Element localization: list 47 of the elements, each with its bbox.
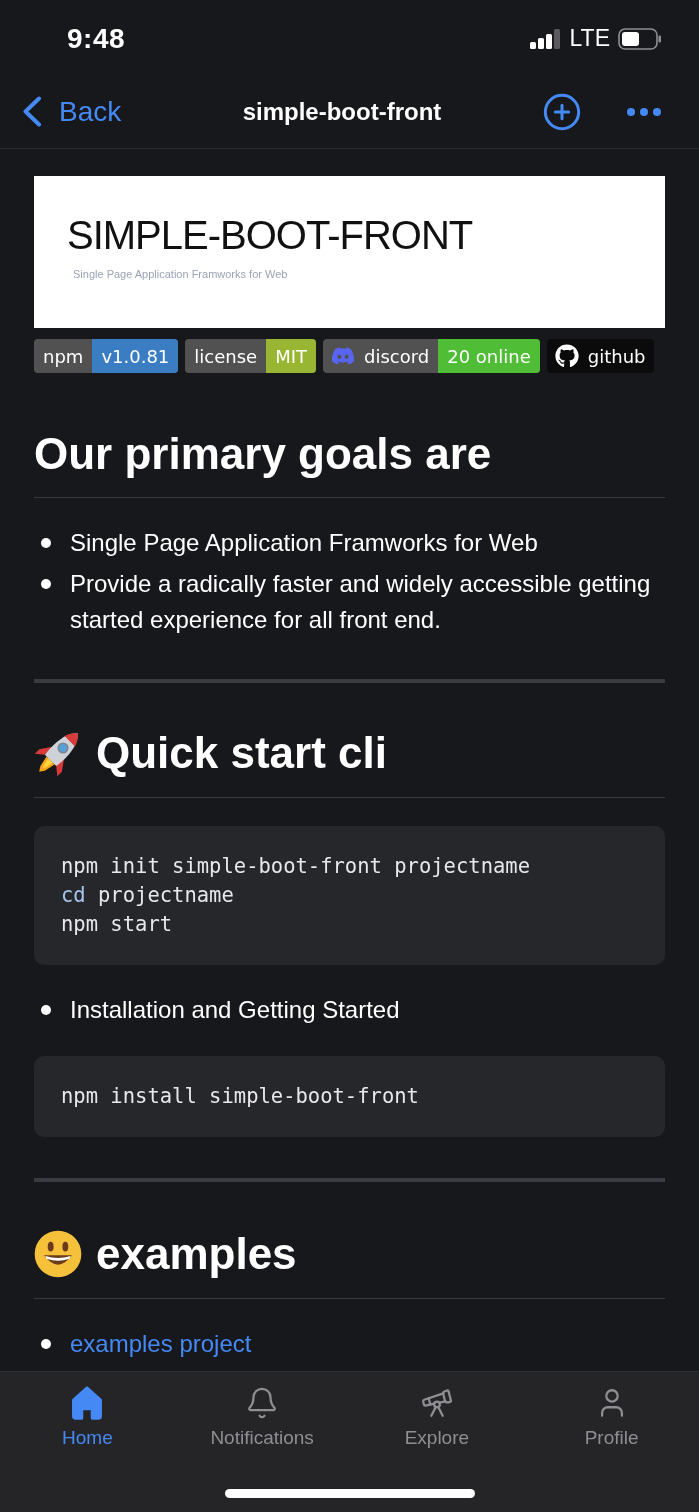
telescope-icon [419, 1386, 454, 1420]
network-label: LTE [569, 25, 610, 52]
code-line: cd projectname [61, 882, 235, 909]
more-button[interactable] [626, 106, 662, 117]
badge-link[interactable]: github [546, 339, 655, 373]
badge-value: 20 online [438, 339, 540, 373]
bullet-icon [41, 1339, 51, 1349]
section-heading: examples [96, 1228, 297, 1280]
github-icon [554, 344, 579, 368]
code-line: npm init simple-boot-front projectname [61, 853, 531, 880]
add-button[interactable] [542, 91, 582, 132]
status-time: 9:48 [67, 22, 126, 55]
back-button[interactable]: Back [22, 95, 122, 128]
tab-item[interactable]: Profile [584, 1386, 639, 1449]
chevron-left-icon [22, 96, 42, 127]
examples-link[interactable]: examples project [70, 1326, 252, 1362]
battery-icon [618, 27, 662, 50]
code-line: npm start [61, 911, 174, 938]
tab-item[interactable]: Notifications [210, 1386, 314, 1449]
signal-icon [529, 28, 562, 49]
badge-link[interactable]: discord 20 online [322, 339, 540, 373]
smiley-icon [34, 1229, 82, 1278]
badge-link[interactable]: npm v1.0.81 [34, 339, 179, 373]
plus-circle-icon [542, 91, 582, 132]
bullet-icon [41, 579, 51, 589]
badge-label: discord [362, 344, 431, 369]
section-heading: Quick start cli [96, 727, 387, 779]
badge-link[interactable]: license MIT [185, 339, 316, 373]
badge-value: MIT [266, 339, 316, 373]
bullet-icon [41, 538, 51, 548]
list-item-text: Installation and Getting Started [70, 995, 400, 1025]
home-icon [70, 1386, 105, 1420]
list-item-text: Provide a radically faster and widely accessible getting started experience for all front end. [70, 569, 652, 635]
badge-label: license [193, 344, 259, 369]
section-heading: Our primary goals are [34, 428, 492, 480]
list-item-text: Single Page Application Framworks for Web [70, 528, 538, 558]
badge-label: npm [42, 344, 85, 369]
tab-item[interactable]: Home [62, 1386, 113, 1449]
tab-item[interactable]: Explore [404, 1386, 470, 1449]
nav-title: simple-boot-front [242, 97, 442, 126]
banner-subtitle: Single Page Application Framworks for Web [73, 268, 289, 280]
banner-title: SIMPLE-BOOT-FRONT [67, 212, 474, 258]
badge-label: github [586, 344, 647, 369]
bullet-icon [41, 1005, 51, 1015]
ellipsis-icon [626, 106, 662, 117]
code-line: npm install simple-boot-front [61, 1083, 420, 1110]
badge-value: v1.0.81 [92, 339, 179, 373]
